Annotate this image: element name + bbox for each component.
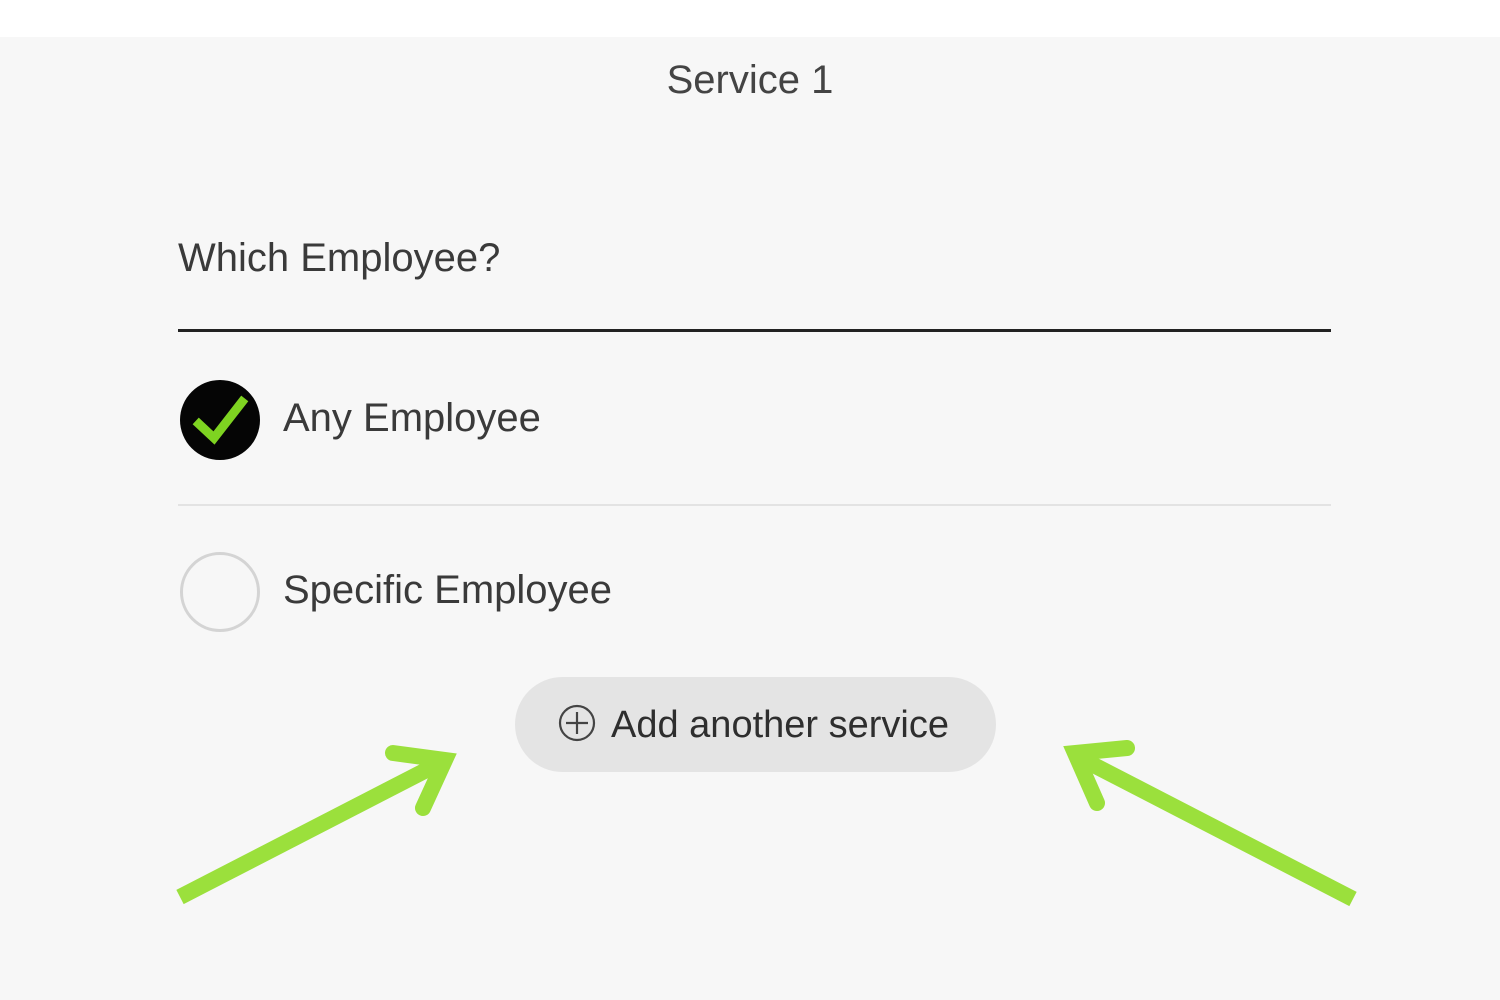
option-specific-label: Specific Employee [283,568,613,612]
option-any-label: Any Employee [283,396,541,440]
question-underline [178,329,1331,332]
plus-circle-icon [558,704,596,742]
radio-unchecked[interactable] [180,552,260,632]
checkmark-icon [192,395,249,445]
option-any-employee[interactable]: Any Employee [178,374,1331,464]
service-panel [0,37,1500,1000]
add-another-service-button[interactable]: Add another service [515,677,996,772]
option-divider [178,504,1331,506]
service-title: Service 1 [666,58,834,102]
option-specific-employee[interactable]: Specific Employee [178,546,1331,636]
add-another-service-label: Add another service [611,704,949,746]
employee-question: Which Employee? [178,236,501,280]
radio-checked[interactable] [180,380,260,460]
